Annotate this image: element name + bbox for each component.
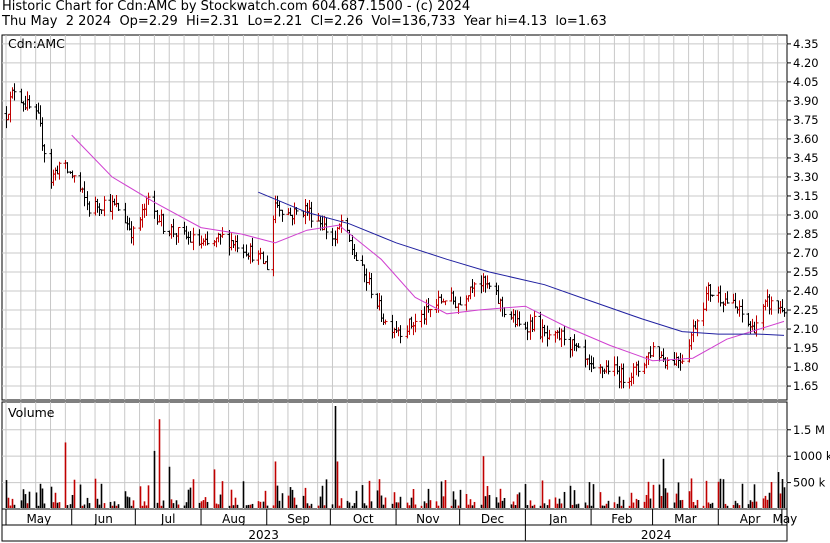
price-panel-frame (1, 34, 788, 401)
month-label: Dec (481, 512, 504, 526)
year-label: 2023 (248, 528, 279, 542)
price-tick-label: 1.65 (793, 379, 819, 393)
price-tick-label: 3.30 (793, 170, 819, 184)
price-tick-label: 3.90 (793, 94, 819, 108)
price-tick-label: 2.70 (793, 246, 819, 260)
price-tick-label: 1.80 (793, 360, 819, 374)
volume-tick-label: 1.5 M (793, 423, 825, 437)
volume-tick-label: 1000 k (793, 449, 830, 463)
price-tick-label: 3.45 (793, 151, 819, 165)
month-label: Nov (416, 512, 439, 526)
month-label: Jul (160, 512, 175, 526)
month-label: May (772, 512, 797, 526)
month-label: Jun (93, 512, 113, 526)
month-label: Jan (548, 512, 568, 526)
price-tick-label: 2.40 (793, 284, 819, 298)
volume-panel-label: Volume (8, 405, 55, 420)
year-label: 2024 (641, 528, 672, 542)
symbol-label: Cdn:AMC (8, 36, 65, 51)
price-tick-label: 3.75 (793, 113, 819, 127)
month-label: Sep (287, 512, 310, 526)
price-tick-label: 2.55 (793, 265, 819, 279)
volume-tick-label: 500 k (793, 476, 826, 490)
stock-chart: 4.35 4.20 4.05 3.90 3.75 3.60 3.45 3.30 3.15 3.00… (1, 34, 830, 542)
price-tick-label: 4.20 (793, 56, 819, 70)
month-label: Aug (222, 512, 245, 526)
month-label: May (26, 512, 51, 526)
month-label: Feb (611, 512, 632, 526)
price-tick-label: 2.25 (793, 303, 819, 317)
price-tick-label: 3.60 (793, 132, 819, 146)
price-tick-label: 4.35 (793, 37, 819, 51)
price-tick-label: 3.15 (793, 189, 819, 203)
price-tick-label: 2.85 (793, 227, 819, 241)
month-label: Apr (740, 512, 761, 526)
price-tick-label: 2.10 (793, 322, 819, 336)
price-tick-label: 1.95 (793, 341, 819, 355)
month-label: Mar (674, 512, 697, 526)
price-tick-label: 4.05 (793, 75, 819, 89)
price-tick-label: 3.00 (793, 208, 819, 222)
month-label: Oct (353, 512, 374, 526)
